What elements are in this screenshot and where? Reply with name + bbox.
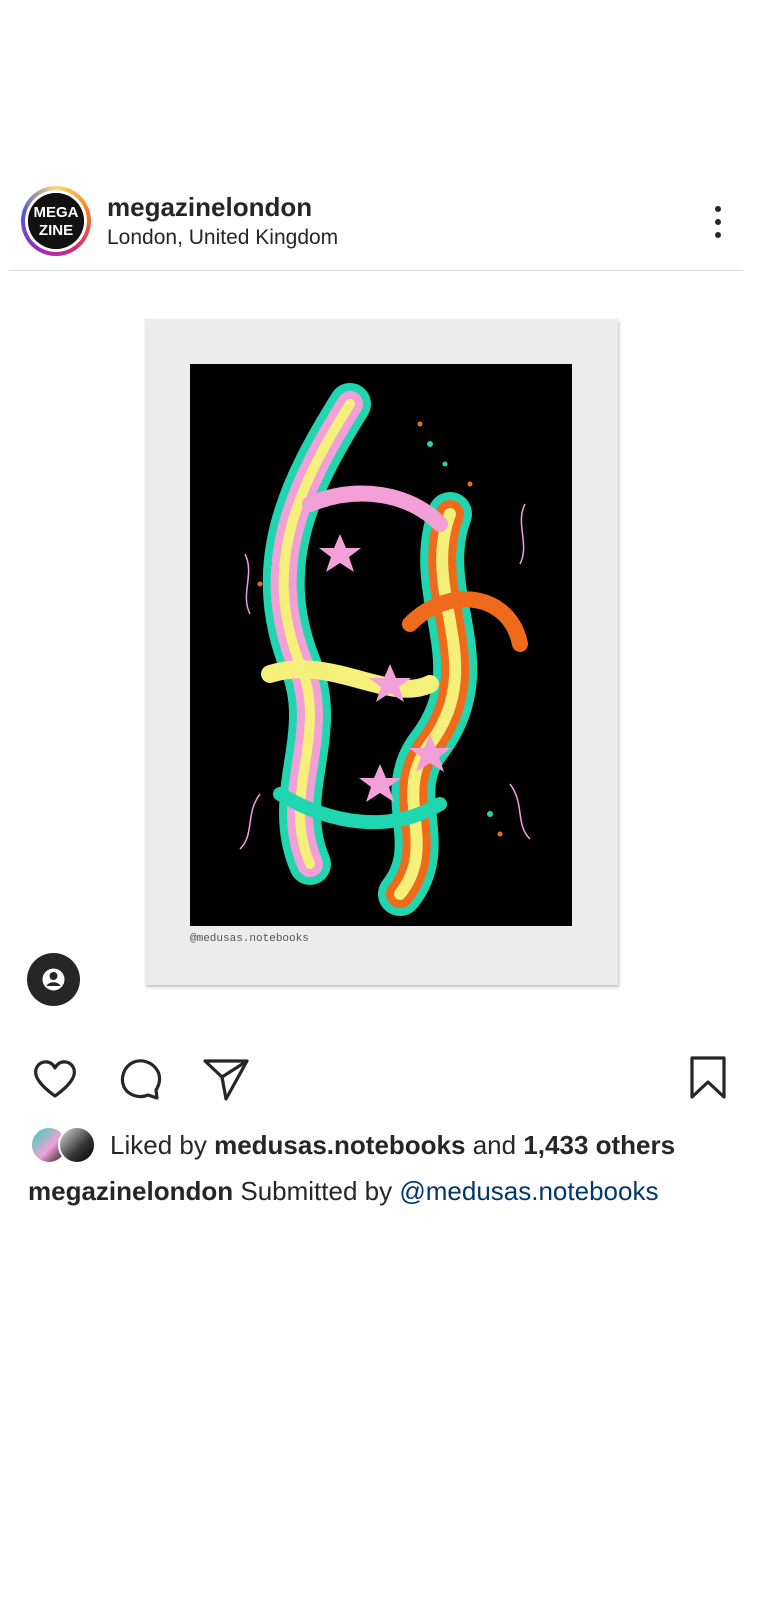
post-header: MEGA ZINE megazinelondon London, United …	[0, 186, 778, 272]
likes-row[interactable]: Liked by medusas.notebooks and 1,433 oth…	[30, 1124, 750, 1168]
artwork	[190, 364, 572, 926]
avatar-logo-text-top: MEGA	[34, 204, 79, 221]
likes-prefix: Liked by	[110, 1130, 207, 1160]
liker-avatars	[30, 1126, 100, 1164]
post-action-bar	[0, 1050, 778, 1106]
avatar-logo: MEGA ZINE	[28, 193, 84, 249]
likes-text: Liked by medusas.notebooks and 1,433 oth…	[110, 1130, 675, 1161]
heart-icon[interactable]	[27, 1050, 83, 1106]
caption-username[interactable]: megazinelondon	[28, 1176, 233, 1206]
liker-avatar	[58, 1126, 96, 1164]
caption-mention[interactable]: @medusas.notebooks	[399, 1176, 658, 1206]
user-tag-icon[interactable]	[27, 953, 80, 1006]
artwork-credit: @medusas.notebooks	[190, 933, 309, 945]
post-username[interactable]: megazinelondon	[107, 192, 312, 223]
profile-avatar[interactable]: MEGA ZINE	[21, 186, 91, 256]
likes-user[interactable]: medusas.notebooks	[214, 1130, 465, 1160]
avatar-logo-text-bottom: ZINE	[39, 222, 73, 239]
caption-text: Submitted by	[240, 1176, 393, 1206]
post-image[interactable]: @medusas.notebooks	[145, 319, 618, 985]
more-vertical-icon[interactable]	[706, 204, 730, 240]
comment-icon[interactable]	[112, 1050, 168, 1106]
likes-conjunction: and	[472, 1130, 517, 1160]
likes-others[interactable]: 1,433 others	[523, 1130, 675, 1160]
send-icon[interactable]	[198, 1050, 254, 1106]
post-caption: megazinelondon Submitted by @medusas.not…	[28, 1176, 658, 1207]
post-location[interactable]: London, United Kingdom	[107, 226, 338, 250]
bookmark-icon[interactable]	[680, 1050, 736, 1106]
header-divider	[9, 270, 743, 271]
